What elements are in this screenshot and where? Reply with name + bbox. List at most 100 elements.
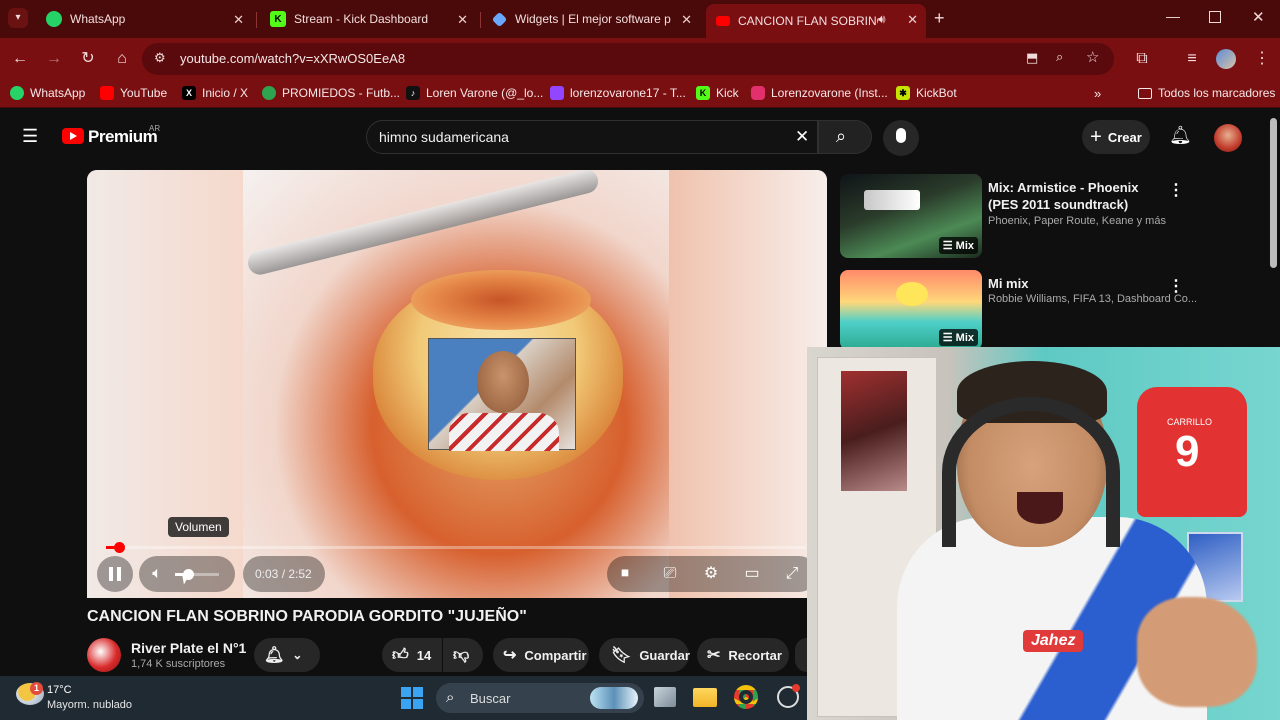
tab-kick-dashboard[interactable]: K Stream - Kick Dashboard ✕: [260, 4, 476, 34]
search-button[interactable]: ⌕: [818, 120, 872, 154]
maximize-button[interactable]: [1209, 11, 1221, 23]
audio-playing-icon[interactable]: 🔊︎: [878, 12, 886, 27]
recommendation-title[interactable]: Mix: Armistice - Phoenix (PES 2011 sound…: [988, 179, 1160, 213]
share-button[interactable]: ↪ Compartir: [493, 638, 589, 672]
video-player[interactable]: Volumen 🔈︎ 0:03 / 2:52 ⏹︎ ⎚ ⚙︎ ▭ ⤢: [87, 170, 827, 598]
voice-search-button[interactable]: [883, 120, 919, 156]
bookmark-kickbot[interactable]: ✱ KickBot: [896, 86, 957, 100]
search-input[interactable]: himno sudamericana ✕: [366, 120, 818, 154]
youtube-icon: [716, 16, 730, 26]
create-button[interactable]: + Crear: [1082, 120, 1150, 154]
save-button[interactable]: 🔖︎ Guardar: [599, 638, 690, 672]
task-view-icon[interactable]: [654, 687, 676, 707]
more-actions-button[interactable]: [795, 638, 807, 672]
youtube-logo-icon[interactable]: [62, 128, 84, 144]
close-icon[interactable]: ✕: [457, 12, 468, 28]
bookmark-instagram[interactable]: Lorenzovarone (Inst...: [751, 86, 888, 100]
save-label: Guardar: [639, 647, 690, 663]
temperature[interactable]: 17°C: [47, 684, 72, 696]
hamburger-menu-icon[interactable]: ☰: [22, 126, 38, 147]
autoplay-toggle-icon[interactable]: ⏹︎: [613, 562, 637, 586]
url-text: youtube.com/watch?v=xXRwOS0EeA8: [180, 51, 406, 66]
bookmark-tiktok[interactable]: ♪ Loren Varone (@_lo...: [406, 86, 543, 100]
fullscreen-icon[interactable]: ⤢: [780, 562, 804, 586]
extensions-icon[interactable]: ⧉: [1132, 49, 1152, 69]
poster-image: [841, 371, 907, 491]
bookmark-promiedos[interactable]: PROMIEDOS - Futb...: [262, 86, 400, 100]
reload-icon[interactable]: ↻: [78, 49, 98, 69]
recommendation-thumbnail[interactable]: ☰ Mix: [840, 270, 982, 350]
notifications-bell-icon[interactable]: 🔔︎: [1169, 125, 1192, 146]
search-icon: ⌕: [836, 126, 847, 146]
instagram-icon: [751, 86, 765, 100]
youtube-icon: [100, 86, 114, 100]
channel-avatar[interactable]: [87, 638, 121, 672]
profile-avatar[interactable]: [1216, 49, 1236, 69]
folder-icon: [1138, 87, 1152, 99]
bookmark-kick[interactable]: K Kick: [696, 86, 739, 100]
weather-description[interactable]: Mayorm. nublado: [47, 699, 132, 711]
site-info-icon[interactable]: ⚙︎: [154, 50, 166, 66]
like-button[interactable]: 👍︎ 14: [382, 638, 442, 672]
forward-icon[interactable]: →: [44, 49, 64, 69]
bookmark-star-icon[interactable]: ☆: [1086, 48, 1099, 66]
settings-gear-icon[interactable]: ⚙︎: [699, 562, 723, 586]
menu-icon[interactable]: ⋮: [1252, 49, 1272, 69]
close-window-button[interactable]: ✕: [1252, 8, 1265, 26]
mix-badge: ☰ Mix: [938, 329, 978, 346]
volume-tooltip: Volumen: [168, 517, 229, 537]
bookmark-twitch[interactable]: lorenzovarone17 - T...: [550, 86, 686, 100]
recommendation-thumbnail[interactable]: ☰ Mix: [840, 174, 982, 258]
account-avatar[interactable]: [1214, 124, 1242, 152]
close-icon[interactable]: ✕: [233, 12, 244, 28]
clip-button[interactable]: ✂ Recortar: [697, 638, 789, 672]
more-bookmarks-icon[interactable]: »: [1094, 86, 1101, 101]
more-options-icon[interactable]: ⋮: [1168, 180, 1184, 200]
channel-name[interactable]: River Plate el N°1: [131, 640, 246, 656]
share-icon: ↪: [503, 647, 517, 664]
bookmark-label: PROMIEDOS - Futb...: [282, 86, 401, 100]
media-control-icon[interactable]: ≡: [1182, 49, 1202, 69]
chrome-icon[interactable]: [734, 685, 758, 709]
volume-icon[interactable]: 🔈︎: [145, 562, 169, 586]
tab-title: WhatsApp: [70, 12, 126, 26]
microphone-icon: [896, 128, 906, 143]
youtube-premium-logo[interactable]: Premium: [88, 127, 158, 147]
bookmark-whatsapp[interactable]: WhatsApp: [10, 86, 85, 100]
windows-start-icon[interactable]: [401, 687, 423, 709]
tab-whatsapp[interactable]: WhatsApp ✕: [36, 4, 252, 34]
subtitles-icon[interactable]: ⎚: [658, 562, 682, 586]
theater-mode-icon[interactable]: ▭: [740, 562, 764, 586]
page-scrollbar[interactable]: [1270, 118, 1277, 268]
file-explorer-icon[interactable]: [693, 688, 717, 707]
bookmark-label: Kick: [716, 86, 739, 100]
clear-search-icon[interactable]: ✕: [795, 127, 809, 147]
like-count: 14: [416, 647, 432, 663]
bookmark-youtube[interactable]: YouTube: [100, 86, 167, 100]
back-icon[interactable]: ←: [10, 49, 30, 69]
pes-logo: [864, 190, 920, 210]
close-icon[interactable]: ✕: [907, 12, 918, 28]
whatsapp-icon: [46, 11, 62, 27]
install-app-icon[interactable]: ⬒: [1026, 50, 1038, 66]
thumbs-up-icon: 👍︎: [392, 646, 409, 664]
progress-scrubber[interactable]: [114, 542, 125, 553]
tab-youtube-active[interactable]: CANCION FLAN SOBRINO 🔊︎ ✕: [706, 4, 926, 38]
bookmark-x[interactable]: X Inicio / X: [182, 86, 248, 100]
dislike-button[interactable]: 👎︎: [443, 638, 483, 672]
zoom-icon[interactable]: ⌕: [1056, 49, 1063, 65]
tab-widgets[interactable]: Widgets | El mejor software par ✕: [484, 4, 700, 34]
new-tab-button[interactable]: +: [934, 8, 945, 29]
close-icon[interactable]: ✕: [681, 12, 692, 28]
taskbar-search-input[interactable]: ⌕ Buscar: [436, 683, 644, 713]
more-options-icon[interactable]: ⋮: [1168, 276, 1184, 296]
subscribe-notifications-button[interactable]: 🔔︎ ⌄: [254, 638, 320, 672]
recommendation-title[interactable]: Mi mix: [988, 275, 1160, 292]
home-icon[interactable]: ⌂: [112, 49, 132, 69]
minimize-button[interactable]: —: [1166, 8, 1180, 24]
tab-search-button[interactable]: ▾: [8, 8, 28, 28]
play-pause-button[interactable]: [97, 556, 133, 592]
all-bookmarks-folder[interactable]: Todos los marcadores: [1138, 86, 1275, 100]
address-bar[interactable]: ⚙︎ youtube.com/watch?v=xXRwOS0EeA8 ⬒ ⌕ ☆: [142, 43, 1114, 75]
progress-bar[interactable]: [106, 546, 806, 549]
